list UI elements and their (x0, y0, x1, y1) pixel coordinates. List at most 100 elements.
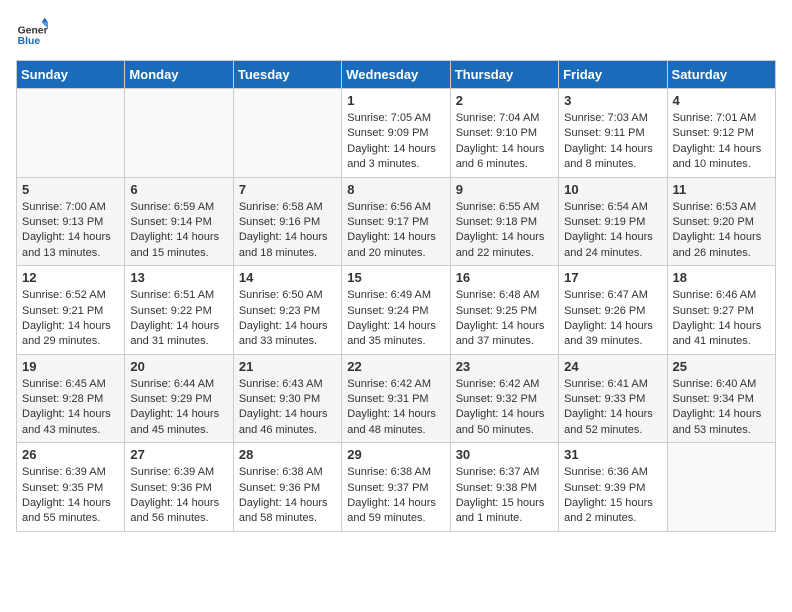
day-number: 5 (22, 182, 119, 197)
calendar-cell: 26 Sunrise: 6:39 AMSunset: 9:35 PMDaylig… (17, 443, 125, 532)
day-info: Sunrise: 6:42 AMSunset: 9:32 PMDaylight:… (456, 377, 553, 439)
day-number: 25 (673, 359, 770, 374)
logo-icon: General Blue (16, 16, 48, 48)
calendar-cell: 8 Sunrise: 6:56 AMSunset: 9:17 PMDayligh… (342, 177, 450, 266)
day-number: 31 (564, 447, 661, 462)
day-info: Sunrise: 6:44 AMSunset: 9:29 PMDaylight:… (130, 377, 227, 439)
day-number: 4 (673, 93, 770, 108)
day-info: Sunrise: 6:49 AMSunset: 9:24 PMDaylight:… (347, 288, 444, 350)
day-info: Sunrise: 6:48 AMSunset: 9:25 PMDaylight:… (456, 288, 553, 350)
day-info: Sunrise: 6:59 AMSunset: 9:14 PMDaylight:… (130, 200, 227, 262)
calendar-cell: 7 Sunrise: 6:58 AMSunset: 9:16 PMDayligh… (233, 177, 341, 266)
day-info: Sunrise: 7:01 AMSunset: 9:12 PMDaylight:… (673, 111, 770, 173)
day-number: 17 (564, 270, 661, 285)
calendar-cell: 14 Sunrise: 6:50 AMSunset: 9:23 PMDaylig… (233, 266, 341, 355)
day-info: Sunrise: 6:43 AMSunset: 9:30 PMDaylight:… (239, 377, 336, 439)
calendar-cell: 9 Sunrise: 6:55 AMSunset: 9:18 PMDayligh… (450, 177, 558, 266)
calendar-cell: 20 Sunrise: 6:44 AMSunset: 9:29 PMDaylig… (125, 354, 233, 443)
calendar-cell: 21 Sunrise: 6:43 AMSunset: 9:30 PMDaylig… (233, 354, 341, 443)
day-number: 30 (456, 447, 553, 462)
day-number: 2 (456, 93, 553, 108)
day-info: Sunrise: 6:39 AMSunset: 9:35 PMDaylight:… (22, 465, 119, 527)
day-number: 9 (456, 182, 553, 197)
day-info: Sunrise: 6:40 AMSunset: 9:34 PMDaylight:… (673, 377, 770, 439)
weekday-header-wednesday: Wednesday (342, 61, 450, 89)
day-info: Sunrise: 7:00 AMSunset: 9:13 PMDaylight:… (22, 200, 119, 262)
day-number: 8 (347, 182, 444, 197)
day-info: Sunrise: 6:55 AMSunset: 9:18 PMDaylight:… (456, 200, 553, 262)
day-number: 1 (347, 93, 444, 108)
calendar-cell: 24 Sunrise: 6:41 AMSunset: 9:33 PMDaylig… (559, 354, 667, 443)
weekday-header-monday: Monday (125, 61, 233, 89)
day-number: 28 (239, 447, 336, 462)
day-number: 20 (130, 359, 227, 374)
day-info: Sunrise: 6:54 AMSunset: 9:19 PMDaylight:… (564, 200, 661, 262)
day-number: 13 (130, 270, 227, 285)
calendar-cell: 1 Sunrise: 7:05 AMSunset: 9:09 PMDayligh… (342, 89, 450, 178)
calendar-cell: 11 Sunrise: 6:53 AMSunset: 9:20 PMDaylig… (667, 177, 775, 266)
day-number: 6 (130, 182, 227, 197)
calendar-cell: 2 Sunrise: 7:04 AMSunset: 9:10 PMDayligh… (450, 89, 558, 178)
calendar-cell (233, 89, 341, 178)
calendar-cell (667, 443, 775, 532)
day-info: Sunrise: 7:03 AMSunset: 9:11 PMDaylight:… (564, 111, 661, 173)
calendar-table: SundayMondayTuesdayWednesdayThursdayFrid… (16, 60, 776, 532)
day-info: Sunrise: 7:05 AMSunset: 9:09 PMDaylight:… (347, 111, 444, 173)
day-number: 22 (347, 359, 444, 374)
day-number: 24 (564, 359, 661, 374)
calendar-cell: 16 Sunrise: 6:48 AMSunset: 9:25 PMDaylig… (450, 266, 558, 355)
day-number: 16 (456, 270, 553, 285)
weekday-header-friday: Friday (559, 61, 667, 89)
calendar-cell (17, 89, 125, 178)
calendar-cell: 4 Sunrise: 7:01 AMSunset: 9:12 PMDayligh… (667, 89, 775, 178)
day-number: 12 (22, 270, 119, 285)
calendar-cell (125, 89, 233, 178)
calendar-cell: 5 Sunrise: 7:00 AMSunset: 9:13 PMDayligh… (17, 177, 125, 266)
day-info: Sunrise: 6:38 AMSunset: 9:37 PMDaylight:… (347, 465, 444, 527)
day-info: Sunrise: 6:42 AMSunset: 9:31 PMDaylight:… (347, 377, 444, 439)
calendar-cell: 3 Sunrise: 7:03 AMSunset: 9:11 PMDayligh… (559, 89, 667, 178)
day-number: 3 (564, 93, 661, 108)
day-info: Sunrise: 6:38 AMSunset: 9:36 PMDaylight:… (239, 465, 336, 527)
day-number: 29 (347, 447, 444, 462)
day-info: Sunrise: 6:47 AMSunset: 9:26 PMDaylight:… (564, 288, 661, 350)
day-info: Sunrise: 6:37 AMSunset: 9:38 PMDaylight:… (456, 465, 553, 527)
calendar-cell: 28 Sunrise: 6:38 AMSunset: 9:36 PMDaylig… (233, 443, 341, 532)
day-number: 27 (130, 447, 227, 462)
day-info: Sunrise: 6:50 AMSunset: 9:23 PMDaylight:… (239, 288, 336, 350)
calendar-cell: 22 Sunrise: 6:42 AMSunset: 9:31 PMDaylig… (342, 354, 450, 443)
day-number: 7 (239, 182, 336, 197)
calendar-cell: 19 Sunrise: 6:45 AMSunset: 9:28 PMDaylig… (17, 354, 125, 443)
calendar-cell: 15 Sunrise: 6:49 AMSunset: 9:24 PMDaylig… (342, 266, 450, 355)
day-info: Sunrise: 6:41 AMSunset: 9:33 PMDaylight:… (564, 377, 661, 439)
calendar-cell: 25 Sunrise: 6:40 AMSunset: 9:34 PMDaylig… (667, 354, 775, 443)
calendar-cell: 23 Sunrise: 6:42 AMSunset: 9:32 PMDaylig… (450, 354, 558, 443)
logo: General Blue (16, 16, 48, 48)
weekday-header-thursday: Thursday (450, 61, 558, 89)
calendar-cell: 18 Sunrise: 6:46 AMSunset: 9:27 PMDaylig… (667, 266, 775, 355)
day-number: 23 (456, 359, 553, 374)
svg-text:General: General (18, 26, 48, 37)
day-info: Sunrise: 6:58 AMSunset: 9:16 PMDaylight:… (239, 200, 336, 262)
day-info: Sunrise: 6:46 AMSunset: 9:27 PMDaylight:… (673, 288, 770, 350)
weekday-header-saturday: Saturday (667, 61, 775, 89)
day-number: 10 (564, 182, 661, 197)
calendar-cell: 13 Sunrise: 6:51 AMSunset: 9:22 PMDaylig… (125, 266, 233, 355)
day-info: Sunrise: 6:56 AMSunset: 9:17 PMDaylight:… (347, 200, 444, 262)
day-number: 11 (673, 182, 770, 197)
day-info: Sunrise: 6:36 AMSunset: 9:39 PMDaylight:… (564, 465, 661, 527)
calendar-cell: 29 Sunrise: 6:38 AMSunset: 9:37 PMDaylig… (342, 443, 450, 532)
calendar-cell: 10 Sunrise: 6:54 AMSunset: 9:19 PMDaylig… (559, 177, 667, 266)
calendar-cell: 31 Sunrise: 6:36 AMSunset: 9:39 PMDaylig… (559, 443, 667, 532)
svg-text:Blue: Blue (18, 36, 41, 47)
page-header: General Blue (16, 16, 776, 48)
day-number: 18 (673, 270, 770, 285)
calendar-cell: 6 Sunrise: 6:59 AMSunset: 9:14 PMDayligh… (125, 177, 233, 266)
day-info: Sunrise: 6:45 AMSunset: 9:28 PMDaylight:… (22, 377, 119, 439)
calendar-cell: 30 Sunrise: 6:37 AMSunset: 9:38 PMDaylig… (450, 443, 558, 532)
day-number: 14 (239, 270, 336, 285)
day-info: Sunrise: 6:52 AMSunset: 9:21 PMDaylight:… (22, 288, 119, 350)
day-info: Sunrise: 6:53 AMSunset: 9:20 PMDaylight:… (673, 200, 770, 262)
calendar-cell: 27 Sunrise: 6:39 AMSunset: 9:36 PMDaylig… (125, 443, 233, 532)
weekday-header-tuesday: Tuesday (233, 61, 341, 89)
